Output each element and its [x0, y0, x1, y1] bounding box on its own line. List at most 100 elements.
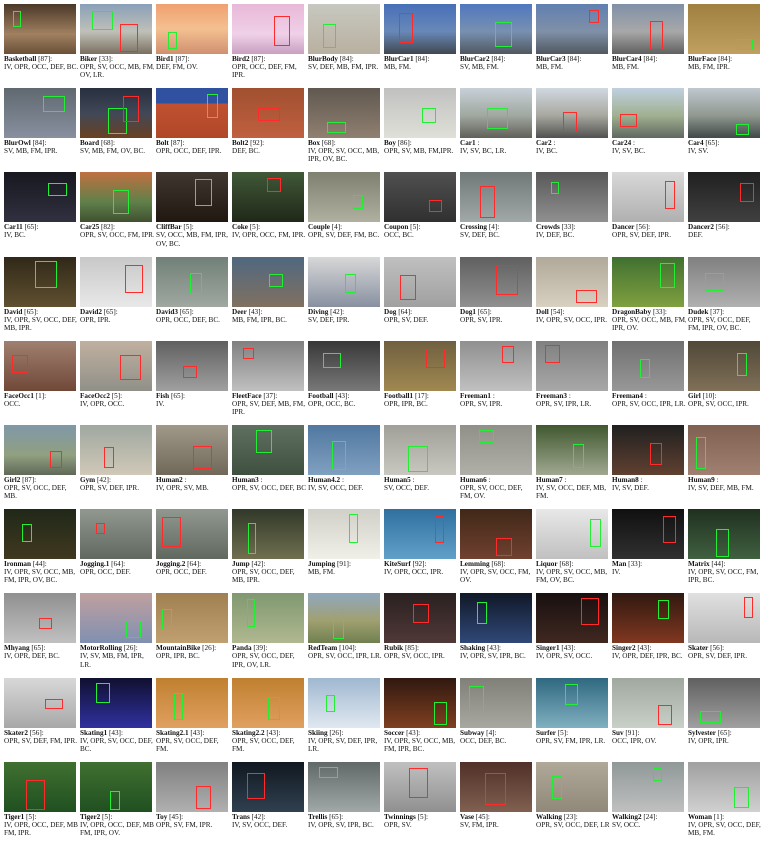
bbox-red: [480, 186, 495, 219]
bbox-green: [207, 94, 218, 119]
sequence-name: Skating2.2: [232, 728, 265, 737]
sequence-caption: Dancer [56]: OPR, SV, DEF, IPR.: [612, 223, 686, 239]
sequence-name: BlurFace: [688, 55, 717, 63]
sequence-cell: Coupon [5]: OCC, BC.: [384, 172, 458, 256]
bbox-green: [640, 358, 650, 378]
sequence-frames: [33]:: [97, 55, 113, 63]
bbox-green: [573, 444, 584, 468]
sequence-caption: Man [33]: IV.: [612, 560, 686, 576]
bbox-green: [716, 529, 729, 558]
bbox-green: [551, 182, 559, 195]
sequence-frames: [5]:: [408, 223, 421, 232]
sequence-name: BlurCar2: [460, 55, 490, 63]
sequence-thumbnail: [4, 509, 76, 560]
sequence-caption: Dog1 [65]: OPR, SV, IPR.: [460, 308, 534, 324]
bbox-green: [660, 262, 675, 288]
sequence-caption: Girl [10]: OPR, SV, OCC, IPR.: [688, 392, 762, 408]
sequence-attributes: SV, OCC.: [612, 820, 641, 829]
sequence-attributes: IV, SV, OCC, DEF.: [308, 484, 364, 493]
sequence-thumbnail: [156, 340, 228, 391]
sequence-attributes: OPR, SV, DEF, IPR.: [688, 652, 748, 661]
sequence-frames: [23]:: [561, 812, 578, 821]
sequence-frames: [43]:: [246, 307, 263, 316]
sequence-thumbnail: [612, 172, 684, 223]
sequence-cell: Trellis [65]: IV, OPR, SV, IPR, BC.: [308, 761, 382, 846]
sequence-name: Subway: [460, 728, 485, 737]
sequence-frames: [24]:: [641, 812, 658, 821]
sequence-frames: :: [486, 476, 491, 484]
sequence-caption: BlurCar4 [84]: MB, FM.: [612, 55, 686, 71]
sequence-thumbnail: [80, 4, 152, 54]
sequence-name: Singer1: [536, 644, 560, 653]
bbox-green: [700, 710, 721, 723]
sequence-thumbnail: [4, 172, 76, 223]
sequence-attributes: IV, OPR, OCC, IPR.: [384, 568, 444, 577]
sequence-cell: Crowds [33]: IV, DEF, BC.: [536, 172, 610, 256]
sequence-attributes: MB, FM, IPR, BC.: [232, 315, 287, 324]
sequence-attributes: IV, SV, BC, LR.: [460, 147, 507, 156]
sequence-attributes: OPR, OCC, DEF, IPR.: [156, 147, 222, 156]
bbox-green: [326, 694, 335, 712]
sequence-caption: Coke [5]: IV, OPR, OCC, FM, IPR.: [232, 223, 306, 239]
sequence-cell: Jogging.1 [64]: OPR, OCC, DEF.: [80, 509, 154, 593]
sequence-attributes: OPR, SV, DEF, IPR.: [80, 484, 140, 493]
sequence-thumbnail: [688, 340, 760, 391]
sequence-attributes: IV, OPR, SV, OCC, FM, OV.: [460, 568, 531, 585]
sequence-cell: MotorRolling [26]: IV, SV, MB, FM, IPR, L…: [80, 593, 154, 677]
sequence-frames: [65]:: [22, 307, 39, 316]
bbox-red: [409, 767, 428, 798]
sequence-name: Vase: [460, 812, 475, 821]
sequence-thumbnail: [460, 677, 532, 728]
sequence-frames: [65]:: [703, 139, 720, 148]
sequence-attributes: IV, SV, MB, FM, IPR, LR.: [80, 652, 144, 669]
sequence-frames: [33]:: [651, 307, 667, 316]
sequence-name: Car11: [4, 223, 23, 232]
sequence-frames: [56]:: [713, 223, 730, 232]
sequence-name: Shaking: [460, 644, 486, 653]
sequence-name: Dudek: [688, 307, 709, 316]
bbox-red: [581, 598, 599, 626]
sequence-name: Lemming: [460, 560, 490, 569]
sequence-attributes: OPR, SV, OCC, DEF, IPR, OV, LR.: [232, 652, 295, 669]
sequence-cell: Twinnings [5]: OPR, SV.: [384, 761, 458, 846]
bbox-green: [327, 122, 346, 134]
sequence-caption: Crowds [33]: IV, DEF, BC.: [536, 223, 610, 239]
sequence-name: Walking: [536, 812, 562, 821]
sequence-thumbnail: [308, 88, 380, 139]
sequence-attributes: MB, FM.: [612, 63, 639, 72]
sequence-cell: Singer1 [43]: IV, OPR, SV, OCC.: [536, 593, 610, 677]
sequence-thumbnail: [80, 88, 152, 139]
sequence-frames: [87]:: [168, 139, 185, 148]
sequence-caption: Human7 : IV, SV, OCC, DEF, MB, FM.: [536, 476, 610, 500]
sequence-caption: Human6 : OPR, SV, OCC, DEF, FM, OV.: [460, 476, 534, 500]
sequence-name: RedTeam: [308, 644, 338, 653]
sequence-caption: Trellis [65]: IV, OPR, SV, IPR, BC.: [308, 813, 382, 829]
sequence-caption: David3 [65]: OPR, OCC, DEF, BC.: [156, 308, 230, 324]
sequence-caption: Human9 : IV, SV, DEF, MB, FM.: [688, 476, 762, 492]
sequence-thumbnail: [536, 172, 608, 223]
sequence-name: Car4: [688, 139, 704, 148]
sequence-name: Car2: [536, 139, 552, 148]
sequence-thumbnail: [384, 677, 456, 728]
sequence-cell: Couple [4]: OPR, SV, DEF, FM, BC.: [308, 172, 382, 256]
sequence-name: Girl2: [4, 476, 21, 484]
sequence-thumbnail: [688, 593, 760, 644]
sequence-frames: [65]:: [22, 223, 39, 232]
sequence-name: MotorRolling: [80, 644, 122, 653]
sequence-cell: Panda [39]: OPR, SV, OCC, DEF, IPR, OV, L…: [232, 593, 306, 677]
sequence-thumbnail: [156, 509, 228, 560]
sequence-caption: David [65]: IV, OPR, SV, OCC, DEF, MB, IP…: [4, 308, 78, 332]
sequence-cell: Surfer [5]: OPR, SV, FM, IPR, LR.: [536, 677, 610, 762]
bbox-green: [565, 683, 578, 705]
sequence-cell: Human5 : SV, OCC, DEF.: [384, 425, 458, 509]
sequence-frames: [82]:: [99, 223, 115, 232]
sequence-name: Crowds: [536, 223, 560, 232]
sequence-name: DragonBaby: [612, 307, 652, 316]
sequence-thumbnail: [688, 677, 760, 728]
sequence-attributes: SV, OCC, DEF.: [384, 484, 430, 493]
sequence-caption: Dudek [37]: OPR, SV, OCC, DEF, FM, IPR, O…: [688, 308, 762, 332]
sequence-thumbnail: [4, 425, 76, 475]
sequence-caption: David2 [65]: OPR, IPR.: [80, 308, 154, 324]
sequence-attributes: IV, SV, DEF.: [612, 484, 649, 493]
sequence-frames: :: [562, 476, 567, 484]
